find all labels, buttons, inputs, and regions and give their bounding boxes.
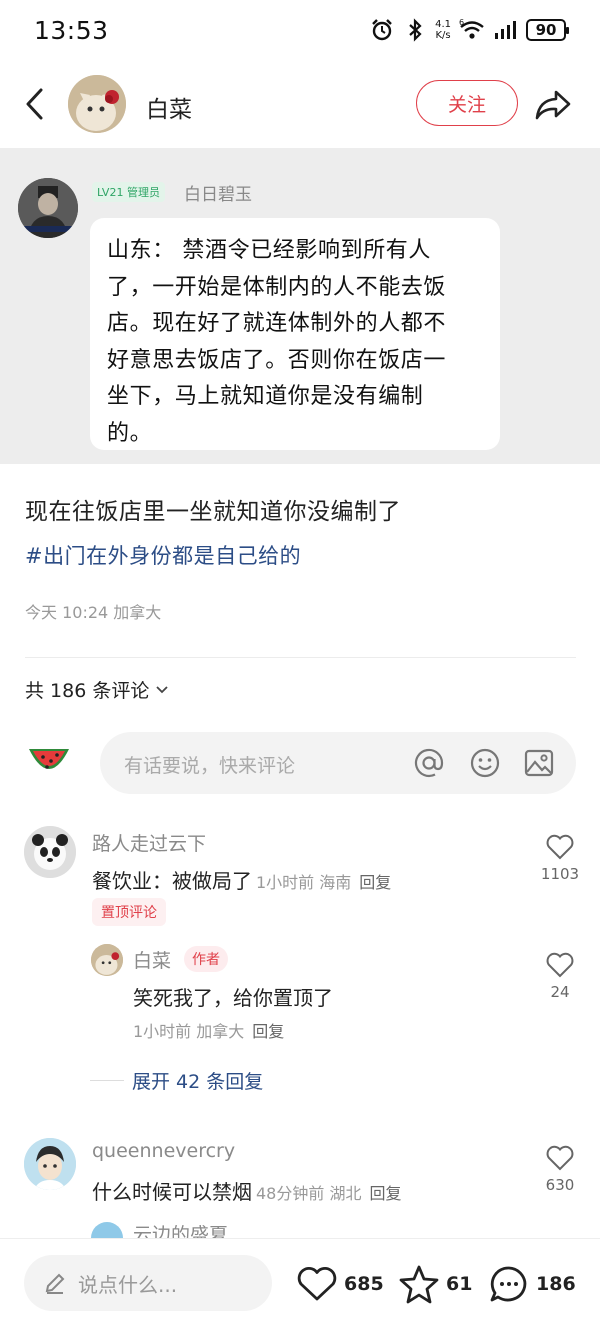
- bluetooth-icon: [409, 18, 422, 42]
- post-hashtag[interactable]: #出门在外身份都是自己给的: [25, 540, 301, 570]
- comment-avatar[interactable]: [24, 1138, 76, 1190]
- comment-username[interactable]: 路人走过云下: [92, 829, 206, 856]
- at-icon: [414, 748, 444, 778]
- heart-icon: [297, 1267, 337, 1301]
- cat-avatar-image: [68, 75, 126, 133]
- collect-button[interactable]: 61: [398, 1263, 472, 1305]
- post-title: 现在往饭店里一坐就知道你没编制了: [25, 499, 401, 525]
- status-bar: 13:53 4.1 K/s 6 90: [0, 0, 600, 60]
- image-icon: [524, 749, 554, 777]
- status-time: 13:53: [34, 16, 109, 45]
- reply-button[interactable]: 回复: [252, 1022, 284, 1041]
- bottom-action-bar: 说点什么... 685 61 186: [0, 1238, 600, 1327]
- status-icons: 4.1 K/s 6 90: [369, 16, 569, 44]
- bottom-comment-input[interactable]: 说点什么...: [24, 1255, 272, 1311]
- chat-bubble-icon: [490, 1266, 527, 1302]
- comment-input[interactable]: 有话要说，快来评论: [100, 732, 576, 794]
- emoji-button[interactable]: [468, 746, 502, 780]
- reply-meta: 1小时前 加拿大 回复: [133, 1022, 285, 1041]
- comment-text: 什么时候可以禁烟 48分钟前 湖北 回复: [92, 1180, 402, 1204]
- share-button[interactable]: [532, 84, 574, 126]
- image-text-bubble: 山东： 禁酒令已经影响到所有人 了，一开始是体制内的人不能去饭 店。现在好了就连…: [90, 218, 500, 450]
- pinned-comment-badge: 置顶评论: [92, 898, 166, 926]
- heart-icon: [546, 1145, 574, 1171]
- reply-button[interactable]: 回复: [369, 1184, 401, 1203]
- expand-divider: [90, 1080, 124, 1081]
- image-poster-avatar: [18, 178, 78, 238]
- divider: [25, 657, 576, 658]
- comment-username[interactable]: queennevercry: [92, 1140, 235, 1162]
- comment-avatar[interactable]: [24, 826, 76, 878]
- like-button[interactable]: 685: [296, 1263, 384, 1305]
- reply-like-button[interactable]: 24: [538, 951, 582, 1001]
- image-poster-name: 白日碧玉: [184, 185, 252, 205]
- star-icon: [399, 1265, 439, 1304]
- smiley-icon: [470, 748, 500, 778]
- wifi-icon: 6: [459, 18, 484, 39]
- post-image[interactable]: LV21 管理员 白日碧玉 山东： 禁酒令已经影响到所有人 了，一开始是体制内的…: [0, 148, 600, 464]
- follow-button[interactable]: 关注: [416, 80, 518, 126]
- author-avatar[interactable]: [68, 75, 126, 133]
- comment-text: 餐饮业：被做局了 1小时前 海南 回复: [92, 869, 392, 893]
- comments-button[interactable]: 186: [488, 1263, 576, 1305]
- share-arrow-icon: [535, 90, 571, 120]
- comment-like-button[interactable]: 630: [538, 1144, 582, 1194]
- person-avatar-image: [18, 178, 78, 238]
- image-upload-button[interactable]: [522, 746, 556, 780]
- heart-icon: [546, 952, 574, 978]
- svg-text:6: 6: [459, 18, 464, 27]
- net-speed: 4.1 K/s: [435, 19, 451, 41]
- panda-avatar-image: [24, 826, 76, 878]
- battery-indicator: 90: [526, 19, 569, 41]
- post-header: 白菜 关注: [0, 62, 600, 148]
- anime-avatar-image: [24, 1138, 76, 1190]
- comment-count-sort[interactable]: 共 186 条评论: [25, 676, 169, 703]
- reply-username[interactable]: 白菜: [133, 946, 171, 973]
- reply-text: 笑死我了，给你置顶了: [133, 986, 333, 1010]
- comment-input-placeholder: 有话要说，快来评论: [124, 755, 296, 777]
- chevron-down-icon: [156, 685, 168, 693]
- pencil-icon: [45, 1273, 65, 1294]
- watermelon-avatar-icon: [27, 743, 71, 783]
- bottom-input-placeholder: 说点什么...: [78, 1272, 178, 1297]
- post-meta: 今天 10:24 加拿大: [25, 603, 162, 622]
- expand-replies-button[interactable]: 展开 42 条回复: [132, 1067, 263, 1094]
- alarm-icon: [372, 19, 392, 41]
- reply-button[interactable]: 回复: [359, 873, 391, 892]
- image-level-badge: LV21 管理员: [92, 182, 165, 202]
- cat-avatar-image: [91, 944, 123, 976]
- reply-avatar[interactable]: [91, 944, 123, 976]
- mention-button[interactable]: [412, 746, 446, 780]
- author-badge: 作者: [184, 946, 228, 972]
- heart-icon: [546, 834, 574, 860]
- comment-like-button[interactable]: 1103: [538, 833, 582, 883]
- author-name[interactable]: 白菜: [146, 90, 192, 124]
- back-button[interactable]: [16, 84, 52, 124]
- chevron-left-icon: [26, 88, 43, 120]
- signal-icon: [495, 21, 516, 39]
